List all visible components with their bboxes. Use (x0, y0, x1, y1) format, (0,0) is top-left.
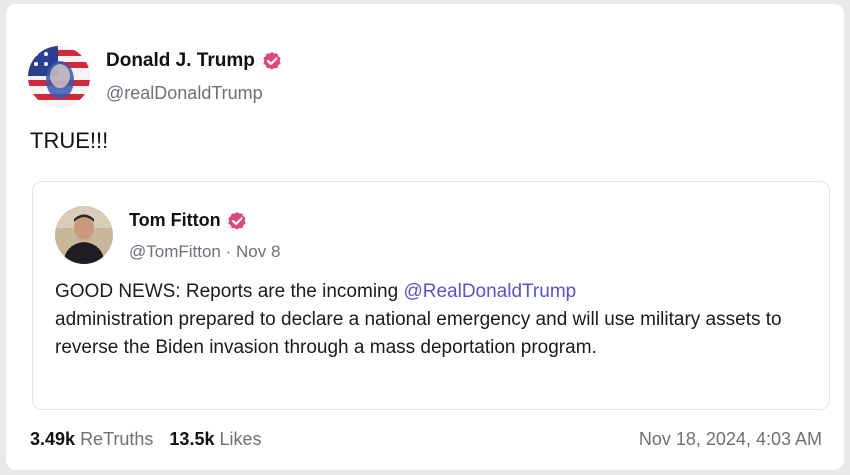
retruths-label: ReTruths (80, 429, 154, 449)
quoted-author-name-text: Tom Fitton (129, 210, 221, 230)
avatar-flag-portrait-image (28, 46, 90, 108)
post-text: TRUE!!! (30, 128, 109, 153)
quoted-text-before: GOOD NEWS: Reports are the incoming (55, 281, 404, 302)
likes-stat[interactable]: 13.5k Likes (169, 429, 261, 450)
quoted-text-after: administration prepared to declare a nat… (55, 309, 782, 358)
retruths-stat[interactable]: 3.49k ReTruths (30, 429, 153, 450)
quoted-meta: @TomFitton · Nov 8 (129, 242, 280, 262)
meta-separator: · (225, 242, 232, 261)
quoted-post[interactable]: Tom Fitton @TomFitton · Nov 8 GOOD NEWS:… (32, 181, 830, 410)
quoted-avatar-portrait-image (55, 206, 113, 264)
quoted-verified-badge-icon (228, 211, 246, 230)
quoted-author-avatar[interactable] (55, 206, 113, 264)
post-timestamp[interactable]: Nov 18, 2024, 4:03 AM (639, 429, 822, 450)
quoted-post-text: GOOD NEWS: Reports are the incoming @Rea… (55, 278, 815, 362)
mention-link[interactable]: @RealDonaldTrump (403, 281, 576, 302)
retruths-count: 3.49k (30, 429, 76, 449)
author-name-text: Donald J. Trump (106, 50, 255, 71)
quoted-author-name[interactable]: Tom Fitton (129, 210, 247, 231)
author-handle[interactable]: @realDonaldTrump (106, 83, 263, 104)
quoted-author-handle[interactable]: @TomFitton (129, 242, 221, 261)
author-avatar[interactable] (28, 46, 90, 108)
author-name[interactable]: Donald J. Trump (106, 50, 282, 72)
post-card: Donald J. Trump @realDonaldTrump TRUE!!!… (6, 4, 844, 470)
verified-badge-icon (263, 52, 281, 70)
engagement-stats: 3.49k ReTruths 13.5k Likes (30, 429, 262, 450)
likes-count: 13.5k (169, 429, 215, 449)
quoted-post-date: Nov 8 (236, 242, 281, 261)
likes-label: Likes (219, 429, 262, 449)
